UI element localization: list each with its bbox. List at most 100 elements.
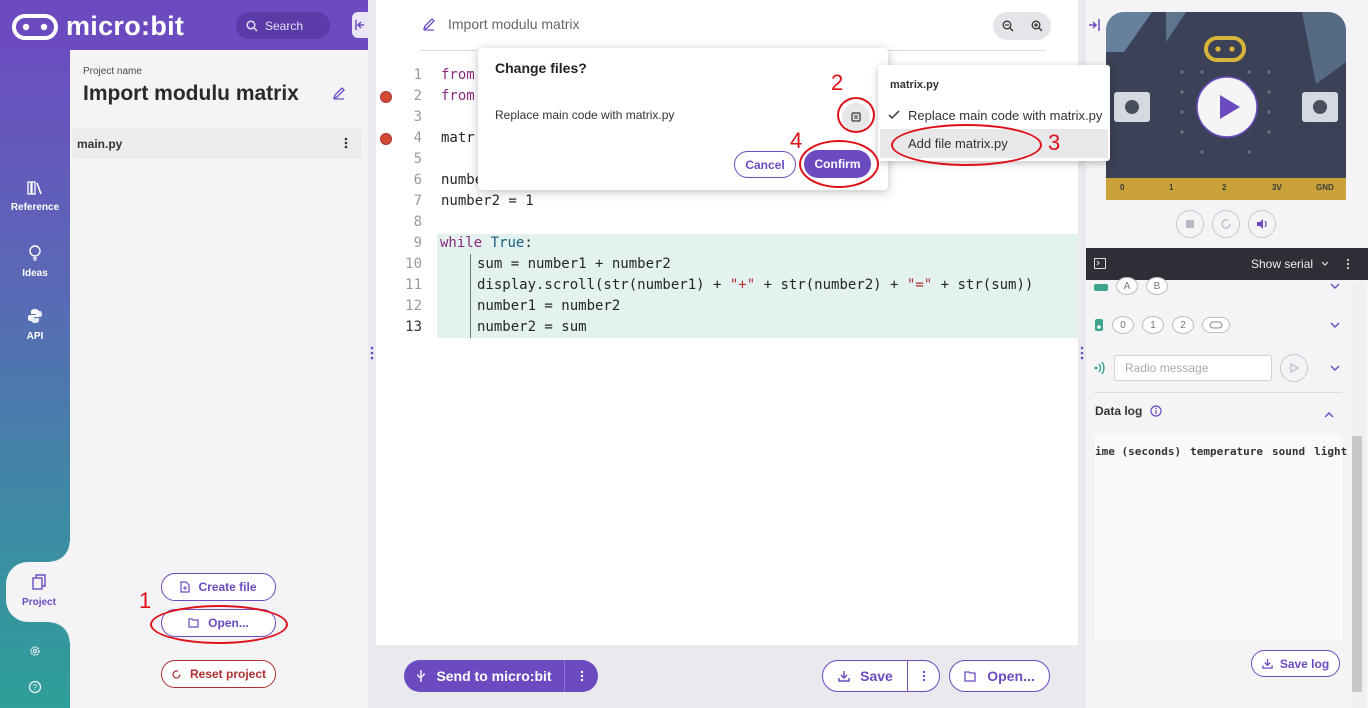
code-line-1[interactable]: from [441,67,475,83]
save-log-label: Save log [1279,656,1330,671]
line-number: 7 [413,193,422,209]
open-label: Open... [987,668,1035,684]
send-radio-button[interactable] [1280,354,1308,382]
code-segment: + str(sum)) [932,277,1034,293]
scrollbar-thumb[interactable] [1352,436,1362,692]
send-more-button[interactable] [565,660,598,692]
nav-ideas[interactable]: Ideas [0,245,70,279]
stop-button[interactable] [1176,210,1204,238]
info-icon[interactable] [1150,405,1162,417]
code-line-13[interactable]: number2 = sum [477,319,587,335]
chevron-down-icon[interactable] [1330,283,1340,289]
serial-more-button[interactable] [1346,258,1350,270]
nav-api-label: API [26,331,44,342]
zoom-out-icon[interactable] [1002,20,1014,32]
menu-heading: matrix.py [890,79,939,91]
line-number: 12 [405,298,422,314]
pin-2-chip[interactable]: 2 [1172,316,1194,334]
save-button[interactable]: Save [822,660,909,692]
code-line-7[interactable]: number2 = 1 [441,193,534,209]
chevron-up-icon [1324,412,1334,418]
code-line-4[interactable]: matr [441,130,475,146]
code-line-11[interactable]: display.scroll(str(number1) + "+" + str(… [477,277,1033,293]
create-file-button[interactable]: Create file [161,573,276,601]
logo-touch-chip[interactable] [1202,317,1230,333]
pin-1-chip[interactable]: 1 [1142,316,1164,334]
indent-guide [470,254,471,338]
pin-0-chip[interactable]: 0 [1112,316,1134,334]
microbit-logo[interactable]: micro:bit [12,11,184,42]
left-drag-dots-icon[interactable] [370,346,374,360]
speaker-icon [1256,218,1268,230]
chevron-down-icon[interactable] [1330,322,1340,328]
edge-connector: 0 1 2 3V GND [1106,178,1346,200]
file-options-button[interactable] [342,136,350,153]
right-drag-dots-icon[interactable] [1080,346,1084,360]
mute-button[interactable] [1248,210,1276,238]
editor-title[interactable]: Import modulu matrix [422,16,579,32]
pin-label: 1 [1169,183,1174,192]
line-number: 11 [405,277,422,293]
data-log-table [1094,434,1342,640]
button-b-chip[interactable]: B [1146,277,1168,295]
buttons-sensor-row: A B [1094,268,1340,304]
keyword-true: True [490,235,525,251]
pin-icon [1094,318,1104,332]
buttons-icon [1094,281,1108,291]
reset-icon [171,669,182,680]
chevron-down-icon[interactable] [1330,365,1340,371]
search-button[interactable]: Search [236,12,330,39]
help-button[interactable]: ? [28,680,42,697]
string-literal: "=" [906,277,933,293]
code-line-12[interactable]: number1 = number2 [477,298,620,314]
save-more-button[interactable] [907,660,940,692]
collapse-data-log-button[interactable] [1324,406,1334,421]
more-vertical-icon [922,670,926,682]
send-label: Send to micro:bit [436,668,552,684]
reset-button[interactable] [1212,210,1240,238]
collapse-left-icon [354,19,366,31]
usb-icon [416,669,426,683]
stop-icon [1186,220,1194,228]
reset-project-button[interactable]: Reset project [161,660,276,688]
nav-reference[interactable]: Reference [0,181,70,213]
collapse-right-icon [1087,18,1101,32]
nav-ideas-label: Ideas [22,268,48,279]
collapse-simulator-button[interactable] [1087,18,1101,35]
file-name: main.py [77,137,123,151]
zoom-in-icon[interactable] [1031,20,1043,32]
edit-project-name-button[interactable] [332,86,346,103]
settings-button[interactable] [28,644,42,661]
nav-project[interactable]: Project [4,574,74,608]
button-a-chip[interactable]: A [1116,277,1138,295]
pin-label: 3V [1272,183,1282,192]
open-button[interactable]: Open... [949,660,1050,692]
pencil-icon [422,17,436,31]
data-log-header[interactable]: Data log [1095,404,1162,418]
data-log-title: Data log [1095,404,1143,418]
save-log-button[interactable]: Save log [1251,650,1340,677]
data-log-columns: ime (seconds) temperature sound light [1095,445,1347,458]
refresh-icon [1220,218,1232,230]
code-line-6[interactable]: numbe [441,172,483,188]
menu-item-replace-main[interactable]: Replace main code with matrix.py [880,102,1108,128]
pin-label: GND [1316,183,1334,192]
collapse-sidebar-button[interactable] [352,12,368,38]
code-segment: + str(number2) + [755,277,907,293]
pin-label: 0 [1120,183,1125,192]
nav-api[interactable]: API [0,308,70,342]
code-line-2[interactable]: from [441,88,475,104]
play-simulator-button[interactable] [1195,75,1259,139]
line-number: 4 [413,130,422,146]
editor-title-text: Import modulu matrix [448,16,580,32]
annotation-number: 3 [1048,130,1061,155]
code-line-9[interactable]: while True: [440,235,533,251]
cancel-button[interactable]: Cancel [734,151,796,178]
dialog-title: Change files? [495,60,587,76]
code-line-10[interactable]: sum = number1 + number2 [477,256,671,272]
radio-message-input[interactable]: Radio message [1114,355,1272,381]
folder-open-icon [964,670,977,682]
send-to-microbit-button[interactable]: Send to micro:bit [404,660,564,692]
column-header: temperature [1190,445,1263,458]
nav-reference-label: Reference [10,202,60,213]
